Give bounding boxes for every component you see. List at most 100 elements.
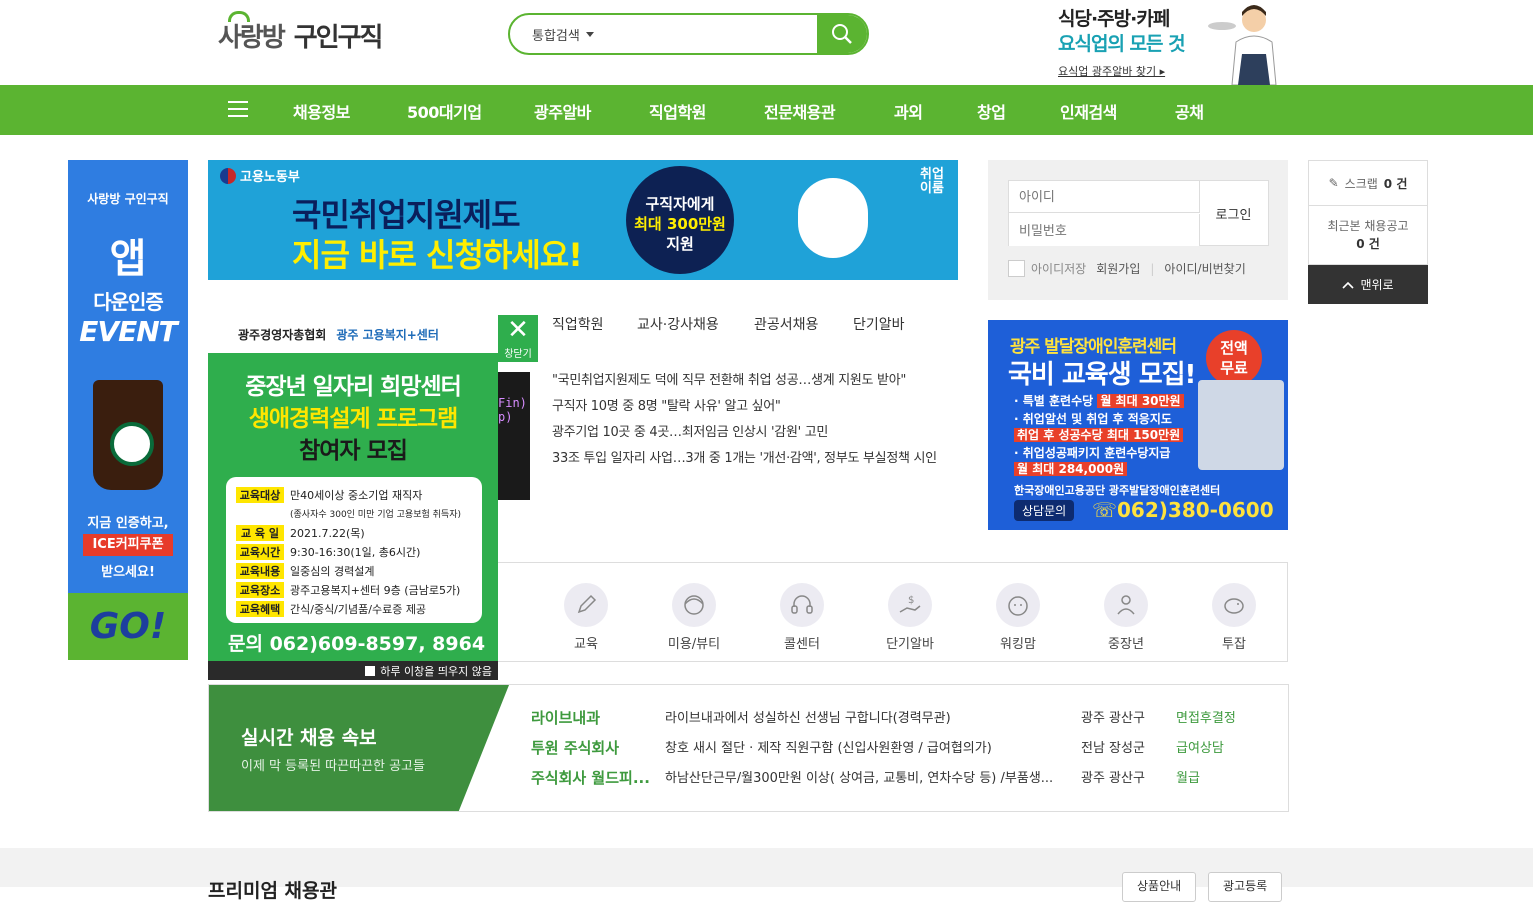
nav-item-jobs[interactable]: 채용정보 xyxy=(293,99,350,123)
detail-row: 교 육 일 2021.7.22(목) xyxy=(236,523,472,542)
news-item[interactable]: "국민취업지원제도 덕에 직무 전환해 취업 성공…생계 지원도 받아" xyxy=(552,369,906,388)
news-item[interactable]: 광주기업 10곳 중 4곳…최저임금 인상시 '감원' 고민 xyxy=(552,421,828,440)
save-id-checkbox[interactable] xyxy=(1008,260,1025,277)
category-working-mom[interactable]: 워킹맘 xyxy=(978,583,1058,652)
ad-bullet5: 월 최대 284,000원 xyxy=(1014,460,1128,477)
nav-item-academy[interactable]: 직업학원 xyxy=(649,99,706,123)
tab-academy[interactable]: 직업학원 xyxy=(552,314,604,334)
job-title[interactable]: 창호 새시 절단 · 제작 직원구함 (신입사원환영 / 급여협의가) xyxy=(665,737,1060,756)
checkbox-icon[interactable] xyxy=(365,665,376,676)
job-title[interactable]: 하남산단근무/월300만원 이상( 상여금, 교통비, 연차수당 등) /부품생… xyxy=(665,767,1060,786)
banner-go-button[interactable]: GO! xyxy=(68,593,188,660)
job-company[interactable]: 투원 주식회사 xyxy=(531,737,661,758)
popup-dismiss-today[interactable]: 하루 이창을 띄우지 않음 xyxy=(208,661,498,680)
detail-label: 교육장소 xyxy=(236,581,284,598)
banner-line6: 받으세요! xyxy=(101,565,155,580)
back-to-top-button[interactable]: 맨위로 xyxy=(1308,265,1428,304)
save-id-label: 아이디저장 xyxy=(1031,262,1087,276)
ad-bullet3: 취업 후 성공수당 최대 150만원 xyxy=(1014,426,1184,443)
category-label: 미용/뷰티 xyxy=(667,637,721,652)
category-education[interactable]: 교육 xyxy=(546,583,626,652)
scrap-item[interactable]: ✎ 스크랩 0 건 xyxy=(1308,160,1428,206)
detail-label: 교육시간 xyxy=(236,543,284,560)
id-input[interactable] xyxy=(1009,181,1200,213)
find-account-link[interactable]: 아이디/비번찾기 xyxy=(1164,260,1245,277)
top-ad-link[interactable]: 요식업 광주알바 찾기 ▸ xyxy=(1058,63,1165,79)
job-company[interactable]: 주식회사 월드피... xyxy=(531,767,661,788)
detail-label: 교 육 일 xyxy=(236,524,284,541)
dismiss-label: 하루 이창을 띄우지 않음 xyxy=(380,664,492,678)
nav-item-talent-search[interactable]: 인재검색 xyxy=(1060,99,1117,123)
tab-teacher-jobs[interactable]: 교사·강사채용 xyxy=(637,314,719,334)
detail-label: 교육혜택 xyxy=(236,600,284,617)
search-button[interactable] xyxy=(817,15,867,53)
pencil-icon xyxy=(564,583,608,627)
detail-value: 2021.7.22(목) xyxy=(290,526,365,540)
login-links: 아이디저장 회원가입 | 아이디/비번찾기 xyxy=(1008,260,1246,277)
popup-close-button[interactable]: ✕ 창닫기 xyxy=(498,315,538,362)
nav-item-gwangju-alba[interactable]: 광주알바 xyxy=(534,99,591,123)
program-popup[interactable]: 광주경영자총협회 광주 고용복지+센터 중장년 일자리 희망센터 생애경력설계 … xyxy=(208,315,498,680)
ad-register-button[interactable]: 광고등록 xyxy=(1208,872,1283,902)
category-label: 중장년 xyxy=(1108,637,1144,652)
job-company[interactable]: 라이브내과 xyxy=(531,707,661,728)
quick-sidebar: ✎ 스크랩 0 건 최근본 채용공고 0 건 맨위로 xyxy=(1308,160,1428,304)
realtime-jobs-section: 실시간 채용 속보 이제 막 등록된 따끈따끈한 공고들 라이브내과 라이브내과… xyxy=(208,684,1289,812)
headset-icon xyxy=(780,583,824,627)
category-call-center[interactable]: 콜센터 xyxy=(762,583,842,652)
job-location: 광주 광산구 xyxy=(1081,771,1145,786)
category-middle-aged[interactable]: 중장년 xyxy=(1086,583,1166,652)
detail-label: 교육대상 xyxy=(236,486,284,503)
nav-item-top500[interactable]: 500대기업 xyxy=(407,99,482,123)
badge-line1: 구직자에게 xyxy=(645,195,715,213)
login-button[interactable]: 로그인 xyxy=(1199,181,1268,245)
nav-item-public-recruit[interactable]: 공채 xyxy=(1175,99,1204,123)
search-bar: 통합검색 xyxy=(508,13,869,55)
news-thumbnail[interactable]: Fin) p) xyxy=(498,372,530,500)
nav-item-tutoring[interactable]: 과외 xyxy=(894,99,923,123)
ad-bullet1-label: · 특별 훈련수당 xyxy=(1014,394,1094,408)
product-info-button[interactable]: 상품안내 xyxy=(1122,872,1197,902)
password-input[interactable] xyxy=(1009,214,1200,246)
menu-icon[interactable] xyxy=(228,101,248,119)
badge-text1: 전액 xyxy=(1220,339,1248,357)
tab-short-term[interactable]: 단기알바 xyxy=(853,314,905,334)
back-to-top-label: 맨위로 xyxy=(1360,278,1394,292)
top-ad-line2: 요식업의 모든 것 xyxy=(1058,33,1186,55)
category-label: 투잡 xyxy=(1222,637,1246,652)
popup-org-header: 광주경영자총협회 광주 고용복지+센터 xyxy=(208,315,498,353)
category-label: 워킹맘 xyxy=(1000,637,1036,652)
site-logo[interactable]: 사랑방 구인구직 xyxy=(218,11,383,54)
search-scope-select[interactable]: 통합검색 xyxy=(510,25,610,44)
chevron-up-icon xyxy=(1342,281,1355,289)
news-item[interactable]: 구직자 10명 중 8명 "탈락 사유' 알고 싶어" xyxy=(552,395,781,414)
search-input[interactable] xyxy=(610,15,817,53)
support-amount-badge: 구직자에게 최대 300만원 지원 xyxy=(626,166,734,274)
close-label: 창닫기 xyxy=(504,349,532,360)
baby-icon xyxy=(996,583,1040,627)
banner-line1: 앱 xyxy=(109,236,147,282)
category-short-term[interactable]: $ 단기알바 xyxy=(870,583,950,652)
popup-contact: 문의 062)609-8597, 8964 xyxy=(228,633,486,655)
category-side-job[interactable]: 투잡 xyxy=(1194,583,1274,652)
detail-value: 일중심의 경력설계 xyxy=(290,564,375,578)
top-ad-banner[interactable]: 식당·주방·카페 요식업의 모든 것 요식업 광주알바 찾기 ▸ xyxy=(1056,0,1288,85)
join-link[interactable]: 회원가입 xyxy=(1096,260,1140,277)
banner-line4: 지금 인증하고, xyxy=(87,516,169,531)
news-item[interactable]: 33조 투입 일자리 사업…3개 중 1개는 '개선·감액', 정부도 부실정책… xyxy=(552,447,937,466)
main-promo-banner[interactable]: 고용노동부 국민취업지원제도 지금 바로 신청하세요! 구직자에게 최대 300… xyxy=(208,160,958,280)
tab-public-office[interactable]: 관공서채용 xyxy=(754,314,818,334)
category-label: 교육 xyxy=(574,637,598,652)
logo-text-primary: 사랑방 xyxy=(218,11,286,54)
job-pay: 면접후결정 xyxy=(1176,711,1236,726)
app-event-banner[interactable]: 사랑방 구인구직 앱 다운인증 EVENT 지금 인증하고, ICE커피쿠폰 받… xyxy=(68,160,188,660)
ad-phone-number: 062)380-0600 xyxy=(1117,498,1274,522)
nav-item-specialty[interactable]: 전문채용관 xyxy=(764,99,836,123)
training-center-ad[interactable]: 광주 발달장애인훈련센터 국비 교육생 모집! 전액 무료 · 특별 훈련수당 … xyxy=(988,320,1288,530)
nav-item-startup[interactable]: 창업 xyxy=(977,99,1006,123)
recent-jobs-item[interactable]: 최근본 채용공고 0 건 xyxy=(1308,206,1428,265)
close-icon: ✕ xyxy=(507,315,529,345)
job-title[interactable]: 라이브내과에서 성실하신 선생님 구합니다(경력무관) xyxy=(665,707,1060,726)
banner-brand: 사랑방 구인구직 xyxy=(87,192,169,206)
category-beauty[interactable]: 미용/뷰티 xyxy=(654,583,734,652)
